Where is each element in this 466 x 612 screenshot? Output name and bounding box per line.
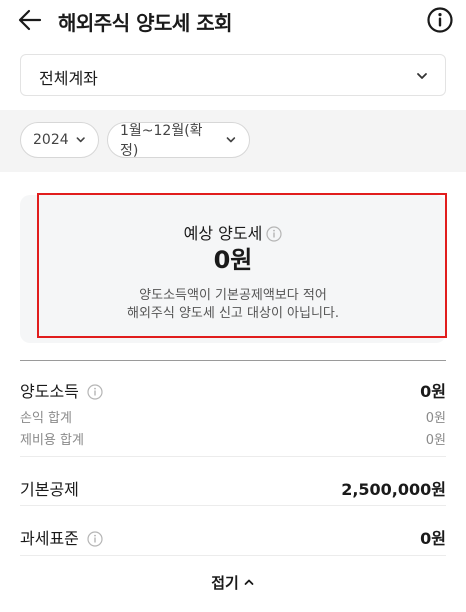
row-divider [20, 555, 446, 556]
tax-base-label: 과세표준 [20, 529, 79, 548]
gain-label: 양도소득 [20, 382, 79, 401]
info-icon[interactable] [87, 531, 103, 551]
collapse-button[interactable]: 접기 [0, 572, 466, 593]
deduction-value: 2,500,000원 [341, 480, 446, 499]
info-button[interactable] [426, 6, 454, 34]
section-divider [20, 360, 446, 361]
row-divider [20, 505, 446, 506]
tax-base-label-row: 과세표준 [20, 525, 103, 551]
collapse-label: 접기 [211, 574, 239, 592]
page-title: 해외주식 양도세 조회 [58, 11, 233, 35]
arrow-left-icon [18, 9, 42, 31]
period-filter[interactable]: 1월~12월(확정) [107, 122, 250, 159]
pnl-total-label: 손익 합계 [20, 411, 72, 426]
fee-total-value: 0원 [425, 433, 446, 448]
account-select-value: 전체계좌 [39, 69, 98, 88]
year-filter[interactable]: 2024 [20, 122, 99, 158]
chevron-down-icon [226, 137, 236, 143]
row-divider [20, 456, 446, 457]
chevron-up-icon [243, 574, 255, 592]
highlight-box [37, 193, 447, 338]
year-filter-label: 2024 [33, 132, 69, 148]
info-circle-icon [427, 7, 453, 33]
info-icon[interactable] [87, 384, 103, 404]
back-button[interactable] [16, 6, 44, 34]
gain-label-row: 양도소득 [20, 378, 103, 404]
chevron-down-icon [417, 73, 427, 79]
pnl-total-value: 0원 [425, 411, 446, 426]
fee-total-label: 제비용 합계 [20, 433, 84, 448]
tax-base-value: 0원 [420, 529, 446, 548]
gain-value: 0원 [420, 382, 446, 401]
chevron-down-icon [76, 137, 85, 143]
deduction-label: 기본공제 [20, 480, 79, 499]
account-select[interactable]: 전체계좌 [20, 54, 446, 96]
period-filter-label: 1월~12월(확정) [120, 123, 203, 159]
